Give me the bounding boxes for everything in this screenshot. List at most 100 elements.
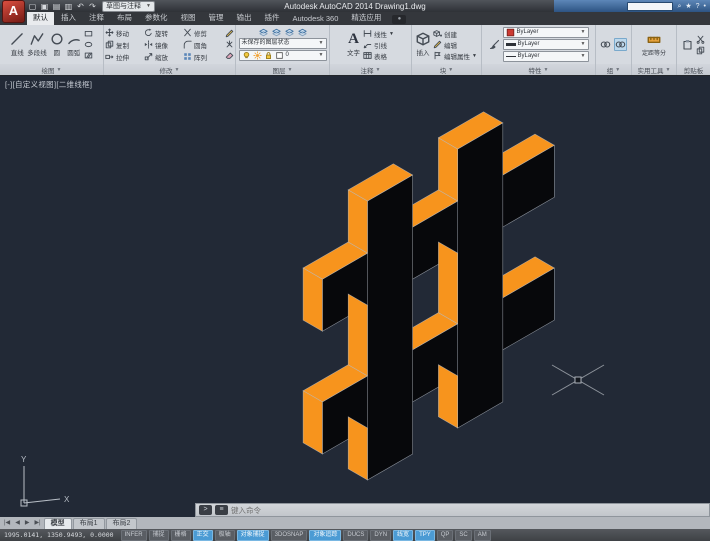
panel-label-layers[interactable]: 图层 ▼ <box>236 64 329 75</box>
command-input[interactable] <box>231 504 706 516</box>
new-icon[interactable]: ▢ <box>28 1 37 12</box>
workspace-switcher[interactable]: 草图与注释 ▼ <box>102 0 155 12</box>
ribbon-tab-4[interactable]: 参数化 <box>139 11 174 25</box>
ungroup-icon[interactable] <box>614 38 627 51</box>
prev-layout-icon[interactable]: ◀ <box>13 518 22 529</box>
layer-off-icon[interactable] <box>271 28 281 37</box>
arc-button[interactable]: 圆弧 <box>67 32 81 57</box>
ribbon-tab-0[interactable]: 默认 <box>27 11 54 25</box>
star-icon[interactable]: ★ <box>685 1 691 12</box>
modify-tool-2[interactable]: 修剪 <box>183 28 222 38</box>
open-icon[interactable]: ▣ <box>40 1 49 12</box>
cut-icon[interactable] <box>696 35 705 44</box>
plot-icon[interactable]: ▥ <box>64 1 73 12</box>
status-toggle-5[interactable]: 对象捕捉 <box>236 529 269 541</box>
panel-label-group[interactable]: 组 ▼ <box>596 64 631 75</box>
help-icon[interactable]: ? <box>696 1 700 12</box>
viewport-controls[interactable]: [-][自定义视图][二维线框] <box>5 79 92 90</box>
match-properties-icon[interactable] <box>489 39 500 50</box>
edit-block-button[interactable]: 编辑 <box>433 40 477 50</box>
circle-button[interactable]: 圆 <box>50 32 64 57</box>
infocenter-search-input[interactable] <box>627 1 674 11</box>
status-toggle-13[interactable]: SC <box>455 529 472 541</box>
layout-tab-2[interactable]: 布局2 <box>105 518 138 529</box>
first-layout-icon[interactable]: |◀ <box>2 518 12 529</box>
save-icon[interactable]: ▤ <box>52 1 61 12</box>
explode-icon[interactable] <box>225 40 234 49</box>
undo-icon[interactable]: ↶ <box>76 1 85 12</box>
modify-tool-7[interactable]: 缩放 <box>144 52 183 62</box>
line-button[interactable]: 直线 <box>10 32 24 57</box>
hatch-icon[interactable] <box>84 51 93 60</box>
ribbon-tab-5[interactable]: 视图 <box>175 11 202 25</box>
panel-label-utilities[interactable]: 实用工具 ▼ <box>632 64 676 75</box>
group-icon[interactable] <box>600 39 611 50</box>
panel-label-properties[interactable]: 特性 ▼ <box>482 64 595 75</box>
panel-label-clipboard[interactable]: 剪贴板 <box>677 64 710 75</box>
panel-label-modify[interactable]: 修改 ▼ <box>104 64 235 75</box>
polyline-button[interactable]: 多段线 <box>27 32 47 57</box>
modify-tool-4[interactable]: 镜像 <box>144 40 183 50</box>
app-menu-button[interactable]: A <box>2 0 25 23</box>
panel-label-annotation[interactable]: 注释 ▼ <box>330 64 411 75</box>
modify-tool-5[interactable]: 圆角 <box>183 40 222 50</box>
modify-tool-6[interactable]: 拉伸 <box>105 52 144 62</box>
ribbon-tab-1[interactable]: 插入 <box>55 11 82 25</box>
ribbon-options-icon[interactable]: ● <box>392 15 407 24</box>
measure-button[interactable]: 定距等分 <box>642 33 666 57</box>
ellipse-icon[interactable] <box>84 40 93 49</box>
status-toggle-1[interactable]: 捕捉 <box>148 529 169 541</box>
panel-label-draw[interactable]: 绘图 ▼ <box>0 64 103 75</box>
ribbon-tab-3[interactable]: 布局 <box>111 11 138 25</box>
redo-icon[interactable]: ↷ <box>88 1 97 12</box>
layer-state-dropdown[interactable]: 未保存的图层状态 ▼ <box>238 38 327 49</box>
paste-icon[interactable] <box>682 39 693 50</box>
modify-tool-8[interactable]: 阵列 <box>183 52 222 62</box>
status-toggle-3[interactable]: 正交 <box>192 529 213 541</box>
modify-tool-3[interactable]: 复制 <box>105 40 144 50</box>
modify-tool-0[interactable]: 移动 <box>105 28 144 38</box>
layout-tab-0[interactable]: 模型 <box>43 518 72 529</box>
3d-hash-solid[interactable] <box>302 111 555 481</box>
panel-label-block[interactable]: 块 ▼ <box>412 64 481 75</box>
command-customize-icon[interactable]: ≡ <box>215 505 228 515</box>
edit-attr-button[interactable]: 编辑属性 ▼ <box>433 51 477 61</box>
search-icon[interactable]: ⌕ <box>677 1 681 12</box>
ribbon-tab-2[interactable]: 注释 <box>83 11 110 25</box>
status-toggle-2[interactable]: 栅格 <box>170 529 191 541</box>
status-toggle-8[interactable]: DUCS <box>343 529 369 541</box>
copy-small-icon[interactable] <box>696 46 705 55</box>
layer-freeze-icon[interactable] <box>297 28 307 37</box>
text-button[interactable]: A 文字 <box>347 32 360 58</box>
layout-tab-1[interactable]: 布局1 <box>72 518 105 529</box>
status-toggle-10[interactable]: 线宽 <box>393 529 414 541</box>
layer-isolate-icon[interactable] <box>284 28 294 37</box>
status-toggle-4[interactable]: 极轴 <box>214 529 235 541</box>
status-toggle-7[interactable]: 对象追踪 <box>309 529 342 541</box>
pencil-icon[interactable] <box>225 29 234 38</box>
ribbon-tab-7[interactable]: 输出 <box>231 11 258 25</box>
table-button[interactable]: 表格 <box>363 51 394 61</box>
linear-dim-button[interactable]: 线性 ▼ <box>363 29 394 39</box>
ribbon-tab-10[interactable]: 精选应用 <box>345 11 387 25</box>
modify-tool-1[interactable]: 旋转 <box>144 28 183 38</box>
next-layout-icon[interactable]: ▶ <box>23 518 32 529</box>
model-space-canvas[interactable]: Y X <box>0 75 710 517</box>
linetype-dropdown[interactable]: ByLayer ▼ <box>502 51 589 62</box>
insert-block-button[interactable]: 插入 <box>416 32 430 57</box>
lineweight-dropdown[interactable]: ByLayer ▼ <box>502 39 589 50</box>
ribbon-tab-8[interactable]: 插件 <box>259 11 286 25</box>
status-toggle-11[interactable]: TPY <box>415 529 435 541</box>
layer-properties-icon[interactable] <box>258 28 268 37</box>
create-block-button[interactable]: 创建 <box>433 29 477 39</box>
status-toggle-6[interactable]: 3DOSNAP <box>270 529 308 541</box>
status-toggle-9[interactable]: DYN <box>370 529 392 541</box>
ribbon-tab-9[interactable]: Autodesk 360 <box>287 13 345 25</box>
rectangle-icon[interactable] <box>84 29 93 38</box>
layer-dropdown[interactable]: 0 ▼ <box>238 50 327 61</box>
status-toggle-12[interactable]: QP <box>436 529 454 541</box>
leader-button[interactable]: 引线 <box>363 40 394 50</box>
command-prompt-icon[interactable]: > <box>199 505 212 515</box>
last-layout-icon[interactable]: ▶| <box>32 518 42 529</box>
eraser-icon[interactable] <box>225 51 234 60</box>
